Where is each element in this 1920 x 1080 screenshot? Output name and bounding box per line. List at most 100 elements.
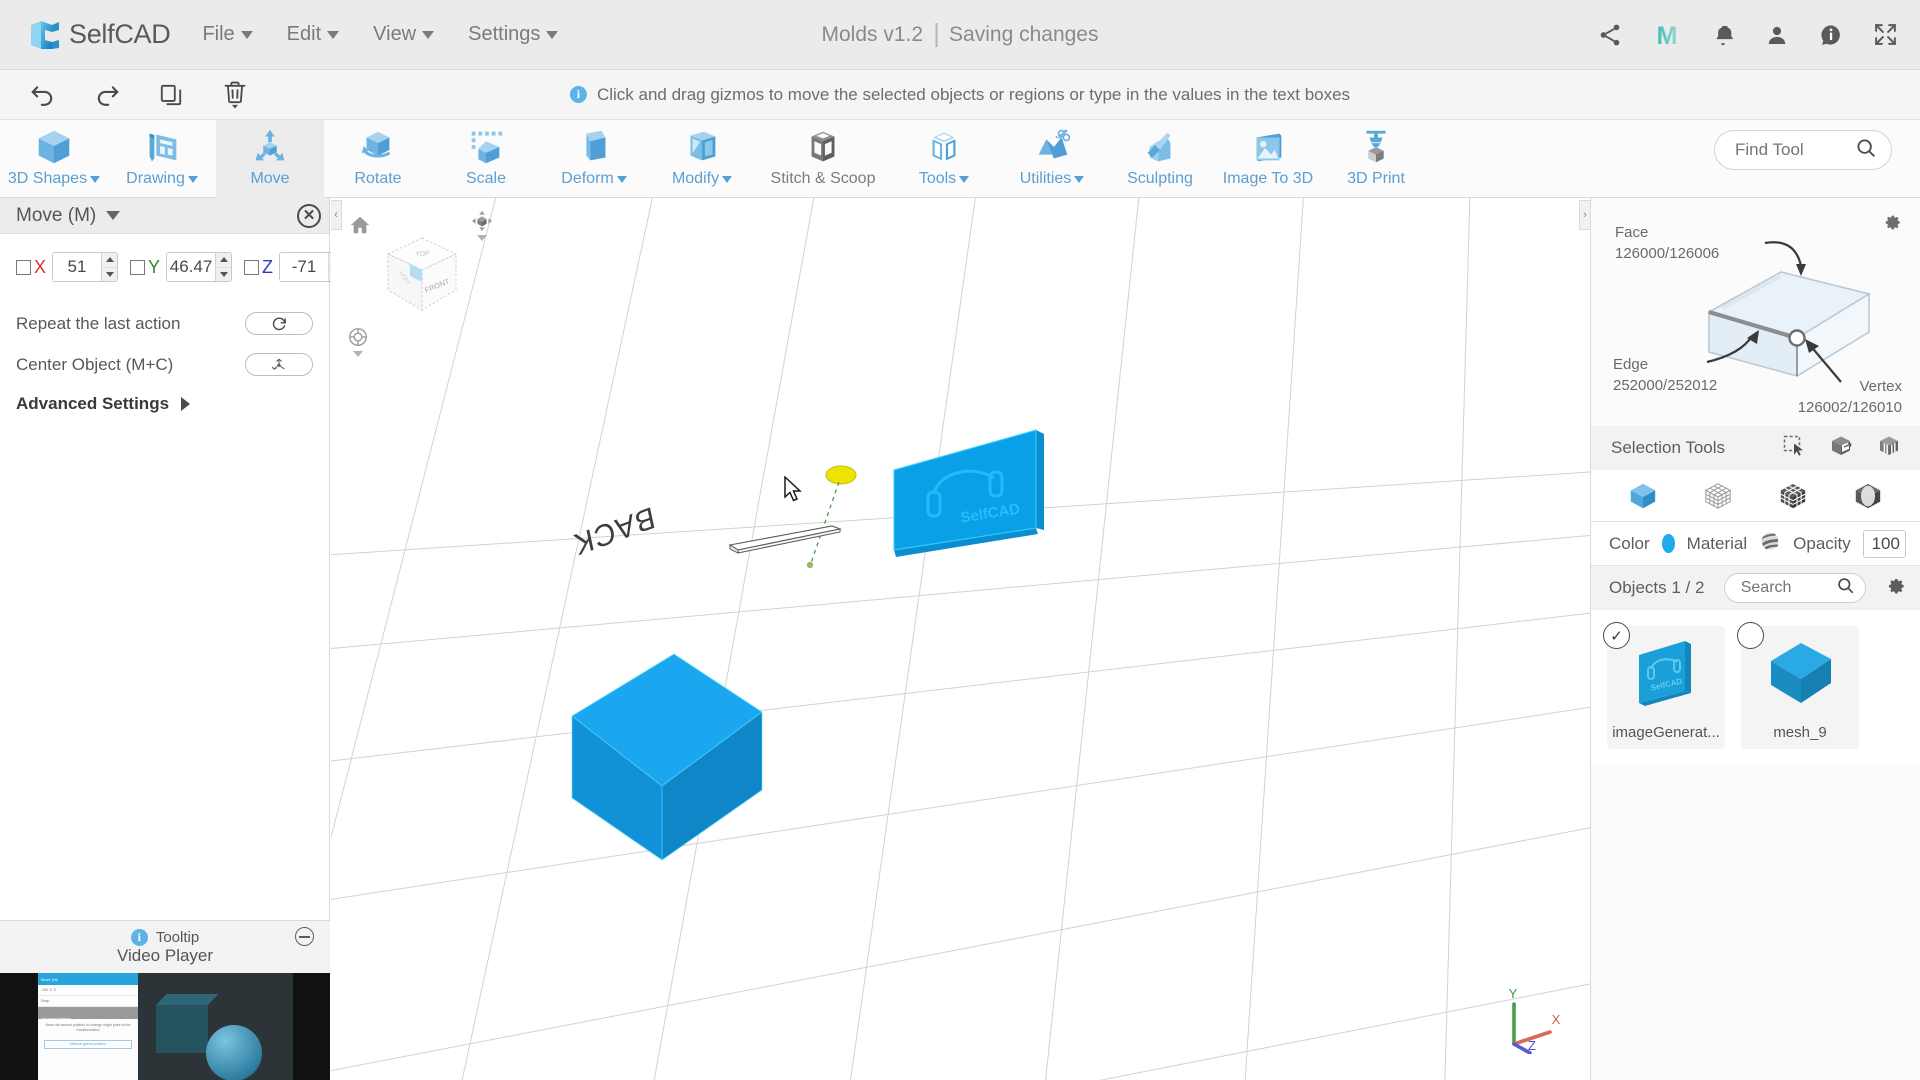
menu-view[interactable]: View bbox=[371, 19, 436, 50]
video-panel-titlebar: Move (M) bbox=[38, 973, 138, 985]
hint-text: Click and drag gizmos to move the select… bbox=[596, 84, 1351, 104]
axis-x-increment[interactable] bbox=[102, 253, 118, 268]
gizmo-z-label: Z bbox=[1528, 1038, 1536, 1053]
axis-y-decrement[interactable] bbox=[216, 268, 231, 282]
help-info-icon[interactable] bbox=[1819, 23, 1843, 47]
app-logo[interactable]: SelfCAD bbox=[28, 18, 171, 52]
ribbon-sculpting[interactable]: Sculpting bbox=[1106, 120, 1214, 198]
chevron-down-icon[interactable] bbox=[106, 211, 121, 220]
face-mode-icon[interactable] bbox=[1853, 481, 1883, 511]
ribbon-3d-print-label: 3D Print bbox=[1347, 170, 1405, 187]
axis-z-checkbox[interactable] bbox=[244, 259, 260, 275]
object-mode-icon[interactable] bbox=[1628, 481, 1658, 511]
share-icon[interactable] bbox=[1597, 22, 1623, 48]
ribbon-drawing[interactable]: Drawing bbox=[108, 120, 216, 198]
ribbon-rotate[interactable]: Rotate bbox=[324, 120, 432, 198]
view-navigation-cube[interactable]: TOP FRONT LEFT bbox=[376, 230, 468, 322]
object-unselected-circle-icon[interactable] bbox=[1737, 622, 1764, 649]
notifications-bell-icon[interactable] bbox=[1711, 23, 1735, 47]
rectangle-select-icon[interactable] bbox=[1782, 434, 1806, 463]
advanced-settings-toggle[interactable]: Advanced Settings bbox=[16, 394, 313, 414]
menu-settings[interactable]: Settings bbox=[466, 19, 560, 50]
axis-y-checkbox[interactable] bbox=[130, 259, 146, 275]
material-icon[interactable] bbox=[1759, 530, 1781, 557]
user-account-icon[interactable] bbox=[1765, 23, 1789, 47]
axis-x-decrement[interactable] bbox=[102, 268, 117, 282]
objects-grid: ✓ SelfCAD imageGenerat... mesh_9 bbox=[1591, 610, 1920, 765]
zoom-fit-icon[interactable] bbox=[347, 326, 369, 357]
mentor-m-icon[interactable]: M bbox=[1653, 21, 1681, 49]
axis-y-field[interactable] bbox=[166, 252, 233, 282]
fullscreen-icon[interactable] bbox=[1873, 22, 1898, 47]
color-swatch[interactable] bbox=[1661, 534, 1675, 553]
ribbon-image-to-3d[interactable]: Image To 3D bbox=[1214, 120, 1322, 198]
perspective-view-icon[interactable] bbox=[471, 210, 493, 241]
ribbon-utilities[interactable]: Utilities bbox=[998, 120, 1106, 198]
edge-mode-icon[interactable] bbox=[1778, 481, 1808, 511]
ribbon-utilities-label: Utilities bbox=[1019, 170, 1072, 187]
axis-x-checkbox[interactable] bbox=[16, 259, 31, 275]
collapse-minus-icon[interactable] bbox=[295, 927, 314, 946]
ribbon-stitch-scoop[interactable]: Stitch & Scoop bbox=[756, 120, 890, 198]
object-card-mesh-9[interactable]: mesh_9 bbox=[1737, 622, 1859, 749]
loop-select-icon[interactable] bbox=[1878, 434, 1902, 463]
ribbon-3d-shapes[interactable]: 3D Shapes bbox=[0, 120, 108, 198]
search-icon[interactable] bbox=[1836, 576, 1855, 600]
ribbon-tools[interactable]: Tools bbox=[890, 120, 998, 198]
ribbon-move[interactable]: Move bbox=[216, 120, 324, 198]
ribbon-modify[interactable]: Modify bbox=[648, 120, 756, 198]
top-menu-bar: SelfCAD File Edit View Settings Molds v1… bbox=[0, 0, 1920, 70]
ribbon-sculpting-label: Sculpting bbox=[1127, 170, 1193, 187]
menu-edit[interactable]: Edit bbox=[285, 19, 341, 50]
home-view-icon[interactable] bbox=[349, 214, 371, 241]
center-object-button[interactable] bbox=[245, 353, 313, 376]
ribbon-deform[interactable]: Deform bbox=[540, 120, 648, 198]
axis-z-label: Z bbox=[262, 256, 274, 277]
through-select-icon[interactable] bbox=[1830, 434, 1854, 463]
delete-button[interactable] bbox=[218, 78, 252, 112]
object-card-image-generated[interactable]: ✓ SelfCAD imageGenerat... bbox=[1603, 622, 1725, 749]
left-panel-collapse-toggle[interactable]: ‹ bbox=[331, 200, 342, 230]
opacity-input[interactable] bbox=[1863, 530, 1905, 557]
mold-slot-wireframe[interactable] bbox=[726, 520, 866, 560]
selection-diagram-icon bbox=[1706, 241, 1872, 383]
document-title[interactable]: Molds v1.2 bbox=[822, 23, 924, 47]
opacity-field[interactable] bbox=[1862, 529, 1906, 558]
menu-file[interactable]: File bbox=[200, 19, 254, 50]
ribbon-scale[interactable]: Scale bbox=[432, 120, 540, 198]
objects-settings-gear-icon[interactable] bbox=[1885, 575, 1906, 601]
objects-search-box[interactable] bbox=[1723, 573, 1866, 603]
axis-y-spinner[interactable] bbox=[215, 253, 232, 282]
repeat-last-action-button[interactable] bbox=[245, 312, 313, 335]
right-panel-collapse-toggle[interactable]: › bbox=[1579, 200, 1590, 230]
close-icon[interactable]: ✕ bbox=[297, 203, 321, 228]
find-tool-box[interactable] bbox=[1714, 130, 1892, 170]
vertex-mode-icon[interactable] bbox=[1703, 481, 1733, 511]
axis-x-input[interactable] bbox=[53, 253, 102, 281]
find-tool-input[interactable] bbox=[1735, 140, 1855, 160]
search-icon[interactable] bbox=[1855, 137, 1877, 164]
axis-y-input[interactable] bbox=[167, 253, 216, 281]
box-object[interactable] bbox=[566, 638, 776, 868]
3d-viewport[interactable]: ‹ › BACK TOP FRONT LEFT SelfCAD Y X Z bbox=[331, 198, 1590, 1080]
copy-button[interactable] bbox=[154, 78, 188, 112]
axis-x-spinner[interactable] bbox=[101, 253, 118, 282]
axis-group-z: Z bbox=[244, 252, 346, 282]
axis-x-field[interactable] bbox=[52, 252, 119, 282]
tooltip-video-player[interactable]: Move (M) -100 0 0 Snap Advanced Settings bbox=[0, 973, 330, 1080]
redo-button[interactable] bbox=[90, 78, 124, 112]
chevron-down-icon[interactable] bbox=[477, 235, 487, 241]
chevron-down-icon[interactable] bbox=[353, 351, 363, 357]
chevron-down-icon bbox=[546, 30, 559, 39]
axis-y-increment[interactable] bbox=[216, 253, 232, 268]
menu-items: File Edit View Settings bbox=[200, 19, 560, 50]
undo-button[interactable] bbox=[26, 78, 60, 112]
move-panel-title-wrap[interactable]: Move (M) bbox=[16, 205, 121, 227]
move-panel-header: Move (M) ✕ bbox=[0, 198, 329, 234]
object-selected-checkmark-icon[interactable]: ✓ bbox=[1603, 622, 1630, 649]
axis-z-input[interactable] bbox=[280, 253, 329, 281]
ribbon-3d-print[interactable]: 3D Print bbox=[1322, 120, 1430, 198]
objects-search-input[interactable] bbox=[1740, 579, 1833, 597]
title-separator bbox=[935, 22, 938, 47]
chevron-down-icon bbox=[722, 175, 733, 183]
